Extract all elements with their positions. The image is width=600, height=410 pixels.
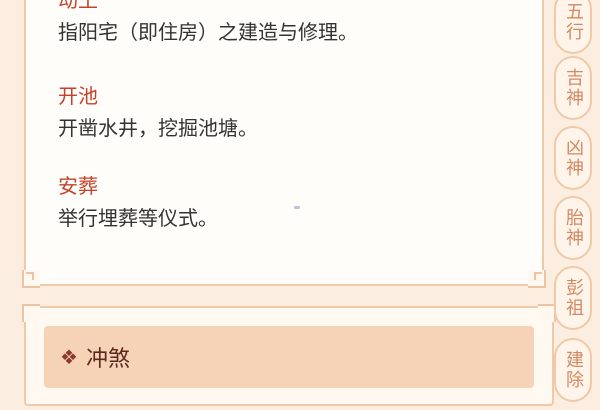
nav-item-label: 凶神 (563, 138, 584, 178)
entry-description: 开凿水井，挖掘池塘。 (58, 116, 258, 140)
nav-item-taishen[interactable]: 胎神 (554, 196, 592, 260)
entry-term: 安葬 (58, 174, 98, 198)
cursor-marker (294, 206, 300, 209)
entry-term: 开池 (58, 84, 98, 108)
corner-ornament (22, 270, 40, 288)
nav-item-label: 吉神 (563, 68, 584, 108)
nav-item-label: 建除 (563, 350, 584, 390)
entry-description: 指阳宅（即住房）之建造与修理。 (58, 20, 358, 44)
diamond-icon: ❖ (60, 345, 78, 369)
entry-kaichi: 开池 开凿水井，挖掘池塘。 (58, 84, 258, 140)
chongsha-section: ❖ 冲煞 (22, 304, 556, 406)
entry-term: 动土 (58, 0, 98, 12)
nav-item-pengzu[interactable]: 彭祖 (554, 266, 592, 330)
nav-item-jishen[interactable]: 吉神 (554, 56, 592, 120)
side-nav: 五行 吉神 凶神 胎神 彭祖 建除 (554, 0, 594, 410)
nav-item-label: 五行 (563, 2, 584, 42)
nav-item-label: 彭祖 (563, 278, 584, 318)
entry-description: 举行埋葬等仪式。 (58, 206, 218, 230)
section-header[interactable]: ❖ 冲煞 (44, 326, 534, 388)
entry-dongtu: 动土 指阳宅（即住房）之建造与修理。 (58, 0, 358, 44)
nav-item-wuxing[interactable]: 五行 (554, 0, 592, 54)
nav-item-label: 胎神 (563, 208, 584, 248)
corner-ornament (528, 270, 546, 288)
content-card: 动土 指阳宅（即住房）之建造与修理。 开池 开凿水井，挖掘池塘。 安葬 举行埋葬… (22, 0, 546, 288)
nav-item-jianchu[interactable]: 建除 (554, 338, 592, 402)
section-title: 冲煞 (85, 347, 130, 372)
nav-item-xiongshen[interactable]: 凶神 (554, 126, 592, 190)
entry-anzang: 安葬 举行埋葬等仪式。 (58, 174, 218, 230)
corner-ornament (22, 304, 40, 322)
